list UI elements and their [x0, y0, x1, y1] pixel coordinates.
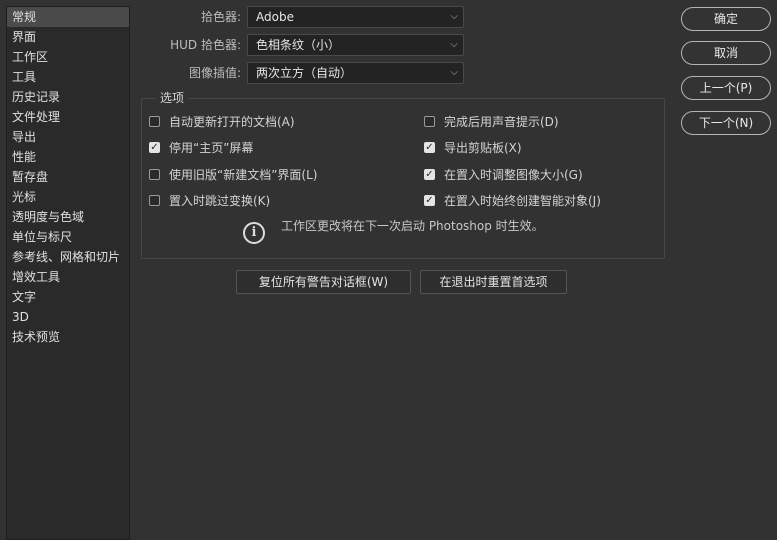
color-picker-label: 拾色器: — [200, 10, 241, 24]
sidebar-item-type[interactable]: 文字 — [7, 287, 129, 307]
sidebar-item-transparency-gamut[interactable]: 透明度与色域 — [7, 207, 129, 227]
reset-warning-dialogs-button[interactable]: 复位所有警告对话框(W) — [236, 270, 411, 294]
cancel-button[interactable]: 取消 — [681, 41, 771, 65]
checkbox-label: 在置入时始终创建智能对象(J) — [444, 194, 601, 208]
sidebar-item-history-log[interactable]: 历史记录 — [7, 87, 129, 107]
sidebar-item-file-handling[interactable]: 文件处理 — [7, 107, 129, 127]
sidebar-item-performance[interactable]: 性能 — [7, 147, 129, 167]
checkbox-label: 置入时跳过变换(K) — [169, 194, 271, 208]
sidebar-item-units-rulers[interactable]: 单位与标尺 — [7, 227, 129, 247]
sidebar-item-guides-grid-slices[interactable]: 参考线、网格和切片 — [7, 247, 129, 267]
checkbox-resize-on-place[interactable]: ✓ 在置入时调整图像大小(G) — [424, 166, 583, 184]
checkmark-icon[interactable]: ✓ — [424, 195, 435, 206]
image-interpolation-row: 图像插值: — [0, 62, 241, 84]
checkbox-legacy-new-document[interactable]: 使用旧版“新建文档”界面(L) — [149, 166, 317, 184]
color-picker-value: Adobe — [256, 10, 294, 24]
workspace-change-note: 工作区更改将在下一次启动 Photoshop 时生效。 — [281, 219, 544, 233]
checkbox-export-clipboard[interactable]: ✓ 导出剪贴板(X) — [424, 139, 522, 157]
checkbox-always-smart-objects[interactable]: ✓ 在置入时始终创建智能对象(J) — [424, 192, 601, 210]
checkmark-icon[interactable]: ✓ — [424, 169, 435, 180]
checkbox-label: 自动更新打开的文档(A) — [169, 115, 295, 129]
ok-button[interactable]: 确定 — [681, 7, 771, 31]
preferences-sidebar: 常规 界面 工作区 工具 历史记录 文件处理 导出 性能 暂存盘 光标 透明度与… — [6, 6, 130, 540]
chevron-down-icon: ⌵ — [450, 39, 458, 50]
hud-color-picker-select[interactable]: 色相条纹（小） ⌵ — [247, 34, 464, 56]
hud-color-picker-row: HUD 拾色器: — [0, 34, 241, 56]
checkbox-auto-update-documents[interactable]: 自动更新打开的文档(A) — [149, 113, 295, 131]
next-button[interactable]: 下一个(N) — [681, 111, 771, 135]
sidebar-item-technology-previews[interactable]: 技术预览 — [7, 327, 129, 347]
reset-preferences-on-quit-button[interactable]: 在退出时重置首选项 — [420, 270, 567, 294]
color-picker-row: 拾色器: — [0, 6, 241, 28]
previous-button[interactable]: 上一个(P) — [681, 76, 771, 100]
sidebar-item-scratch-disks[interactable]: 暂存盘 — [7, 167, 129, 187]
checkbox-beep-when-done[interactable]: 完成后用声音提示(D) — [424, 113, 559, 131]
hud-color-picker-label: HUD 拾色器: — [170, 38, 241, 52]
checkbox-label: 使用旧版“新建文档”界面(L) — [169, 168, 318, 182]
chevron-down-icon: ⌵ — [450, 11, 458, 22]
hud-color-picker-value: 色相条纹（小） — [256, 38, 341, 52]
checkbox-disable-home-screen[interactable]: ✓ 停用“主页”屏幕 — [149, 139, 253, 157]
sidebar-item-3d[interactable]: 3D — [7, 307, 129, 327]
checkbox-icon[interactable] — [424, 116, 435, 127]
info-icon: i — [243, 222, 265, 244]
checkbox-label: 停用“主页”屏幕 — [169, 141, 254, 155]
image-interpolation-label: 图像插值: — [188, 66, 241, 80]
chevron-down-icon: ⌵ — [450, 67, 458, 78]
checkbox-icon[interactable] — [149, 169, 160, 180]
color-picker-select[interactable]: Adobe ⌵ — [247, 6, 464, 28]
sidebar-item-cursors[interactable]: 光标 — [7, 187, 129, 207]
options-legend: 选项 — [156, 90, 189, 106]
checkbox-label: 完成后用声音提示(D) — [444, 115, 559, 129]
checkbox-icon[interactable] — [149, 116, 160, 127]
checkmark-icon[interactable]: ✓ — [149, 142, 160, 153]
checkbox-label: 导出剪贴板(X) — [444, 141, 522, 155]
checkbox-icon[interactable] — [149, 195, 160, 206]
sidebar-item-plugins[interactable]: 增效工具 — [7, 267, 129, 287]
sidebar-item-export[interactable]: 导出 — [7, 127, 129, 147]
checkmark-icon[interactable]: ✓ — [424, 142, 435, 153]
image-interpolation-select[interactable]: 两次立方（自动） ⌵ — [247, 62, 464, 84]
checkbox-label: 在置入时调整图像大小(G) — [444, 168, 583, 182]
checkbox-skip-transform[interactable]: 置入时跳过变换(K) — [149, 192, 270, 210]
image-interpolation-value: 两次立方（自动） — [256, 66, 353, 80]
